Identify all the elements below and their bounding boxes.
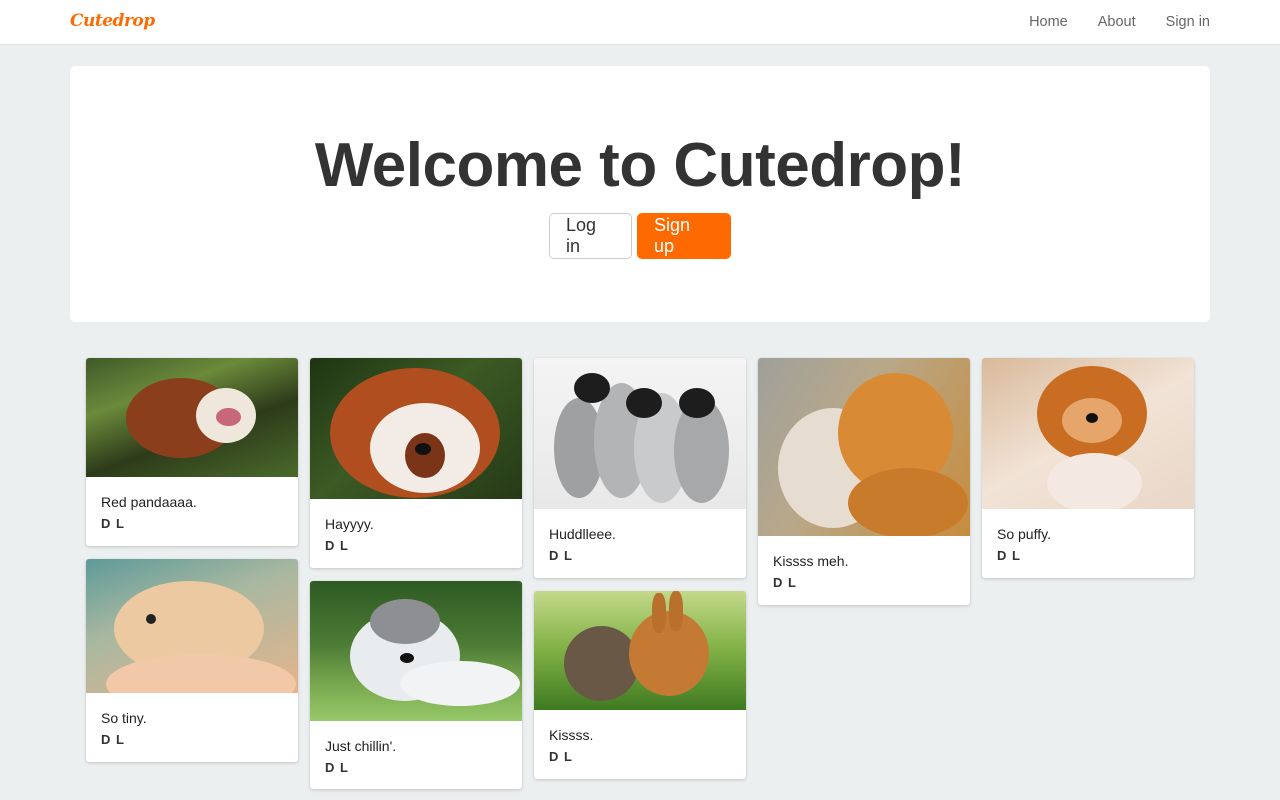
post-card[interactable]: Huddlleee. D L <box>534 358 746 578</box>
login-button[interactable]: Log in <box>549 213 632 259</box>
post-image[interactable] <box>86 358 298 477</box>
post-card[interactable]: Just chillin'. D L <box>310 581 522 789</box>
brand-logo[interactable]: Cutedrop <box>70 11 155 31</box>
post-image[interactable] <box>86 559 298 693</box>
post-caption: Just chillin'. <box>325 738 397 754</box>
post-author[interactable]: D L <box>325 538 507 553</box>
post-caption: Hayyyy. <box>325 516 374 532</box>
signup-button[interactable]: Sign up <box>637 213 731 259</box>
nav-signin-link[interactable]: Sign in <box>1166 14 1210 30</box>
post-author[interactable]: D L <box>325 760 507 775</box>
post-card[interactable]: So puffy. D L <box>982 358 1194 578</box>
post-author[interactable]: D L <box>101 732 283 747</box>
hero-title: Welcome to Cutedrop! <box>314 131 966 200</box>
nav-about-link[interactable]: About <box>1098 14 1136 30</box>
post-image[interactable] <box>534 358 746 509</box>
post-card[interactable]: Hayyyy. D L <box>310 358 522 568</box>
post-author[interactable]: D L <box>549 749 731 764</box>
post-image[interactable] <box>982 358 1194 509</box>
post-card[interactable]: Kissss meh. D L <box>758 358 970 605</box>
post-caption: So tiny. <box>101 710 147 726</box>
hero-buttons: Log in Sign up <box>70 213 1210 259</box>
post-card[interactable]: So tiny. D L <box>86 559 298 762</box>
post-card[interactable]: Kissss. D L <box>534 591 746 779</box>
post-author[interactable]: D L <box>997 548 1179 563</box>
post-caption: So puffy. <box>997 526 1051 542</box>
post-caption: Red pandaaaa. <box>101 494 197 510</box>
post-author[interactable]: D L <box>773 575 955 590</box>
nav-home-link[interactable]: Home <box>1029 14 1068 30</box>
hero-panel: Welcome to Cutedrop! Log in Sign up <box>70 66 1210 322</box>
post-caption: Huddlleee. <box>549 526 616 542</box>
post-image[interactable] <box>758 358 970 536</box>
post-author[interactable]: D L <box>549 548 731 563</box>
post-image[interactable] <box>534 591 746 710</box>
post-image[interactable] <box>310 581 522 721</box>
nav-links: Home About Sign in <box>1029 14 1210 30</box>
post-author[interactable]: D L <box>101 516 283 531</box>
post-caption: Kissss meh. <box>773 553 849 569</box>
post-image[interactable] <box>310 358 522 499</box>
post-card[interactable]: Red pandaaaa. D L <box>86 358 298 546</box>
navbar: Cutedrop Home About Sign in <box>0 0 1280 45</box>
post-caption: Kissss. <box>549 727 594 743</box>
